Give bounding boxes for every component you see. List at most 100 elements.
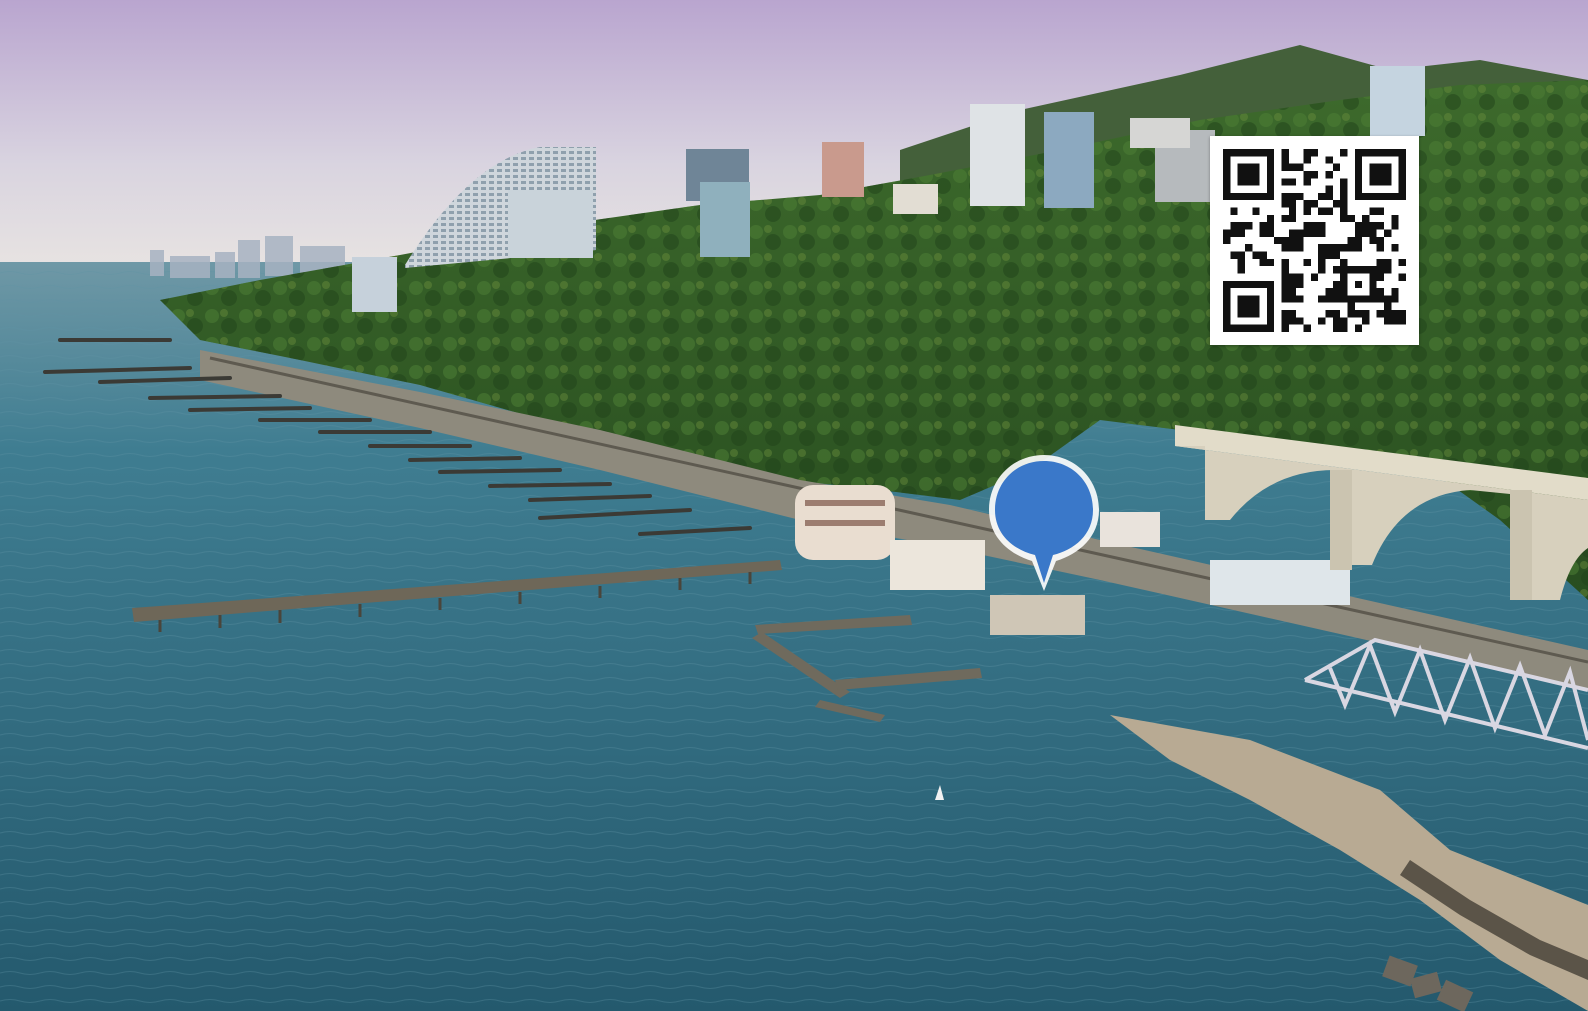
- qr-module: [1281, 244, 1289, 252]
- qr-module: [1266, 302, 1275, 311]
- qr-module: [1369, 192, 1377, 201]
- qr-code-card[interactable]: [1210, 136, 1419, 345]
- map-pin-marker[interactable]: [983, 451, 1105, 595]
- qr-module: [1288, 280, 1297, 289]
- qr-module: [1237, 192, 1245, 201]
- qr-module: [1296, 317, 1304, 325]
- qr-module: [1230, 324, 1238, 332]
- qr-module: [1376, 192, 1385, 201]
- qr-module: [1259, 258, 1267, 267]
- qr-module: [1230, 251, 1238, 259]
- qr-module: [1244, 280, 1253, 289]
- qr-module: [1244, 222, 1253, 230]
- qr-module: [1391, 149, 1399, 157]
- qr-module: [1354, 280, 1363, 289]
- qr-module: [1288, 192, 1297, 201]
- qr-module: [1296, 192, 1304, 201]
- map-pin-icon: [989, 455, 1099, 591]
- qr-module: [1369, 273, 1377, 281]
- qr-module: [1266, 280, 1275, 289]
- qr-module: [1303, 222, 1311, 230]
- qr-module: [1237, 251, 1245, 259]
- qr-module: [1244, 295, 1253, 303]
- qr-module: [1398, 192, 1406, 201]
- qr-module: [1252, 302, 1260, 311]
- qr-module: [1303, 207, 1311, 215]
- qr-module: [1223, 324, 1231, 332]
- qr-module: [1303, 258, 1311, 267]
- qr-module: [1362, 317, 1370, 325]
- qr-module: [1296, 295, 1304, 303]
- qr-module: [1398, 185, 1406, 193]
- qr-module: [1223, 302, 1231, 311]
- qr-module: [1391, 295, 1399, 303]
- qr-module: [1281, 149, 1289, 157]
- qr-module: [1369, 163, 1377, 171]
- qr-module: [1237, 163, 1245, 171]
- qr-module: [1223, 170, 1231, 179]
- qr-module: [1332, 266, 1341, 274]
- qr-module: [1303, 170, 1311, 179]
- qr-module: [1362, 192, 1370, 201]
- tower-10: [893, 184, 938, 214]
- qr-module: [1391, 214, 1399, 223]
- qr-module: [1362, 266, 1370, 274]
- qr-module: [1369, 229, 1377, 237]
- qr-module: [1376, 149, 1385, 157]
- tower-8: [1370, 66, 1425, 136]
- qr-module: [1325, 170, 1333, 179]
- qr-module: [1310, 149, 1319, 157]
- qr-module: [1223, 288, 1231, 296]
- qr-module: [1230, 192, 1238, 201]
- qr-module: [1376, 170, 1385, 179]
- qr-module: [1223, 156, 1231, 164]
- qr-module: [1384, 317, 1392, 325]
- qr-module: [1288, 295, 1297, 303]
- qr-module: [1266, 192, 1275, 201]
- qr-module: [1362, 295, 1370, 303]
- qr-module: [1340, 324, 1348, 332]
- qr-module: [1340, 258, 1348, 267]
- qr-module: [1398, 156, 1406, 164]
- qr-module: [1369, 295, 1377, 303]
- qr-module: [1310, 229, 1319, 237]
- qr-module: [1223, 295, 1231, 303]
- qr-module: [1259, 280, 1267, 289]
- qr-module: [1325, 244, 1333, 252]
- qr-module: [1266, 317, 1275, 325]
- qr-module: [1303, 324, 1311, 332]
- qr-code-icon: [1223, 149, 1406, 332]
- qr-module: [1340, 295, 1348, 303]
- qr-module: [1252, 170, 1260, 179]
- qr-module: [1259, 192, 1267, 201]
- qr-module: [1325, 310, 1333, 318]
- qr-module: [1340, 317, 1348, 325]
- qr-module: [1223, 185, 1231, 193]
- qr-module: [1318, 222, 1326, 230]
- qr-module: [1384, 192, 1392, 201]
- qr-module: [1252, 280, 1260, 289]
- qr-module: [1303, 178, 1311, 186]
- qr-module: [1325, 207, 1333, 215]
- qr-module: [1354, 295, 1363, 303]
- qr-module: [1230, 229, 1238, 237]
- qr-module: [1310, 222, 1319, 230]
- qr-module: [1288, 214, 1297, 223]
- qr-module: [1266, 214, 1275, 223]
- qr-module: [1237, 324, 1245, 332]
- qr-module: [1288, 273, 1297, 281]
- qr-module: [1244, 192, 1253, 201]
- qr-module: [1230, 280, 1238, 289]
- qr-module: [1384, 170, 1392, 179]
- qr-module: [1281, 156, 1289, 164]
- qr-module: [1325, 251, 1333, 259]
- qr-module: [1281, 324, 1289, 332]
- qr-module: [1237, 170, 1245, 179]
- qr-module: [1230, 222, 1238, 230]
- qr-module: [1266, 149, 1275, 157]
- qr-module: [1310, 273, 1319, 281]
- hotel-block: [508, 190, 593, 258]
- qr-module: [1369, 149, 1377, 157]
- tower-9: [1130, 118, 1190, 148]
- qr-module: [1347, 244, 1355, 252]
